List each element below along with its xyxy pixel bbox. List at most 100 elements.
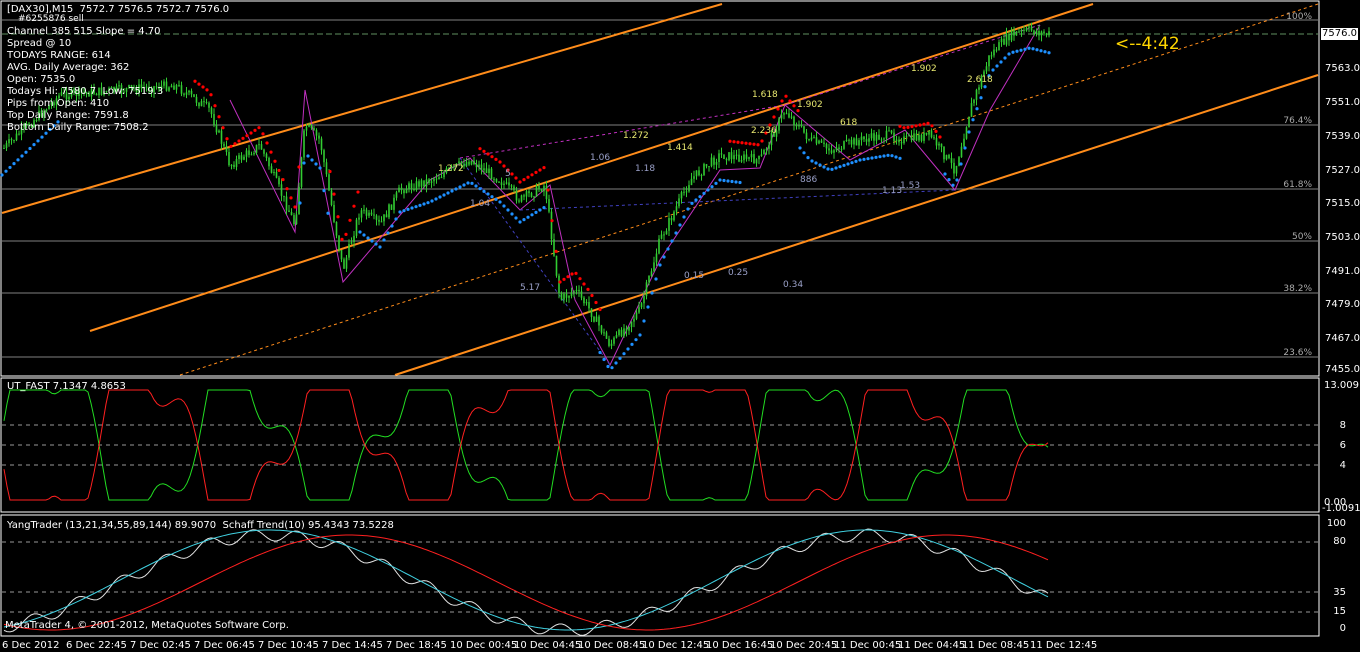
candle-body [688, 185, 690, 192]
candle-body [195, 96, 198, 103]
trailing-stop-dot [358, 230, 362, 234]
candle-body [570, 292, 573, 296]
candle-body [355, 219, 358, 236]
candle-body [410, 183, 413, 189]
trailing-stop-dot [991, 68, 995, 72]
candle-body [8, 139, 10, 144]
trailing-stop-dot [542, 166, 546, 170]
trailing-stop-dot [890, 154, 894, 158]
candle-body [875, 134, 878, 141]
candle-body [753, 154, 755, 164]
candle-body [473, 160, 475, 165]
candle-body [245, 150, 248, 157]
candle-body [298, 186, 300, 215]
candle-body [315, 130, 318, 136]
trailing-stop-dot [910, 125, 914, 129]
candle-body [645, 282, 648, 297]
trailing-stop-dot [898, 156, 902, 160]
candle-body [808, 139, 810, 141]
candle-body [838, 147, 840, 150]
candle-body [523, 195, 525, 197]
candle-body [998, 42, 1000, 51]
candle-body [180, 85, 183, 94]
candle-body [265, 153, 268, 158]
info-line-9: Bottom Daily Range: 7508.2 [7, 122, 149, 133]
trailing-stop-dot [398, 210, 402, 214]
trailing-stop-dot [574, 271, 578, 275]
fib-ratio-label: 1.902 [797, 100, 823, 110]
candle-body [223, 143, 225, 147]
candle-body [780, 114, 783, 119]
candle-body [563, 293, 565, 300]
trailing-stop-dot [646, 305, 650, 309]
trailing-stop-dot [590, 293, 594, 298]
candle-body [590, 308, 593, 317]
trailing-stop-dot [281, 177, 285, 182]
trailing-stop-dot [221, 126, 225, 130]
candle-body [593, 316, 595, 322]
candle-body [218, 130, 220, 133]
candle-body [540, 189, 543, 192]
candle-body [1045, 33, 1048, 36]
candle-body [803, 126, 805, 133]
candle-body [1015, 31, 1018, 36]
trailing-stop-dot [510, 172, 514, 176]
trailing-stop-dot [955, 178, 959, 182]
candle-body [625, 328, 628, 331]
candle-body [438, 177, 440, 180]
candle-body [185, 92, 188, 95]
candle-body [653, 262, 655, 272]
fib-ratio-label: 1.18 [635, 164, 655, 174]
trailing-stop-dot [40, 135, 44, 139]
trailing-stop-dot [906, 125, 910, 129]
time-axis-label: 10 Dec 20:45 [770, 640, 838, 651]
trailing-stop-dot [306, 154, 310, 158]
candle-body [715, 162, 718, 165]
regression-channel[interactable] [1, 3, 1319, 376]
fib-level-label: 61.8% [1283, 180, 1312, 190]
candle-body [200, 101, 203, 107]
candle-body [215, 124, 218, 133]
candle-body [725, 158, 728, 161]
trailing-stop-dot [494, 157, 498, 161]
trailing-stop-dot [598, 307, 602, 312]
fib-ratio-label: 1.04 [470, 199, 490, 209]
trailing-stop-dot [370, 239, 374, 243]
trailing-stop-dot [983, 85, 987, 89]
fib-level-label: 100% [1286, 12, 1312, 22]
candle-body [638, 307, 640, 313]
trailing-stop-dot [426, 201, 430, 205]
trailing-stop-dot [1003, 56, 1007, 60]
candle-body [515, 190, 518, 201]
candle-body [975, 89, 978, 100]
candle-body [190, 90, 193, 95]
candle-body [1005, 33, 1008, 45]
trailing-stop-dot [506, 208, 510, 212]
trailing-stop-dot [285, 187, 289, 191]
candle-body [428, 179, 430, 183]
candle-body [498, 181, 500, 183]
candle-body [948, 154, 950, 159]
candle-body [1030, 26, 1033, 31]
price-chart[interactable]: 1.618 1.902 1.272 2.236 618 1.414 1.06 1.18 886 1… [0, 0, 1360, 652]
trailing-stop-dot [534, 170, 538, 174]
candle-body [325, 162, 328, 175]
candle-body [480, 164, 483, 171]
trailing-stop-dot [926, 121, 930, 125]
candle-body [273, 172, 275, 174]
candle-body [168, 87, 170, 91]
candle-body [905, 135, 908, 137]
trailing-stop-dot [28, 146, 32, 151]
trailing-stop-dot [217, 115, 221, 119]
price-axis-label: 7563.0 [1325, 63, 1360, 74]
candle-body [508, 182, 510, 186]
trailing-stop-dot [382, 238, 386, 242]
trailing-stop-dot [999, 60, 1003, 64]
trailing-stop-dot [522, 218, 526, 222]
candle-body [668, 218, 670, 231]
trailing-stop-dot [530, 173, 534, 177]
candle-body [205, 101, 208, 103]
trailing-stop-dot [582, 282, 586, 286]
trailing-stop-dot [1031, 47, 1035, 51]
trailing-stop-dot [975, 107, 979, 111]
